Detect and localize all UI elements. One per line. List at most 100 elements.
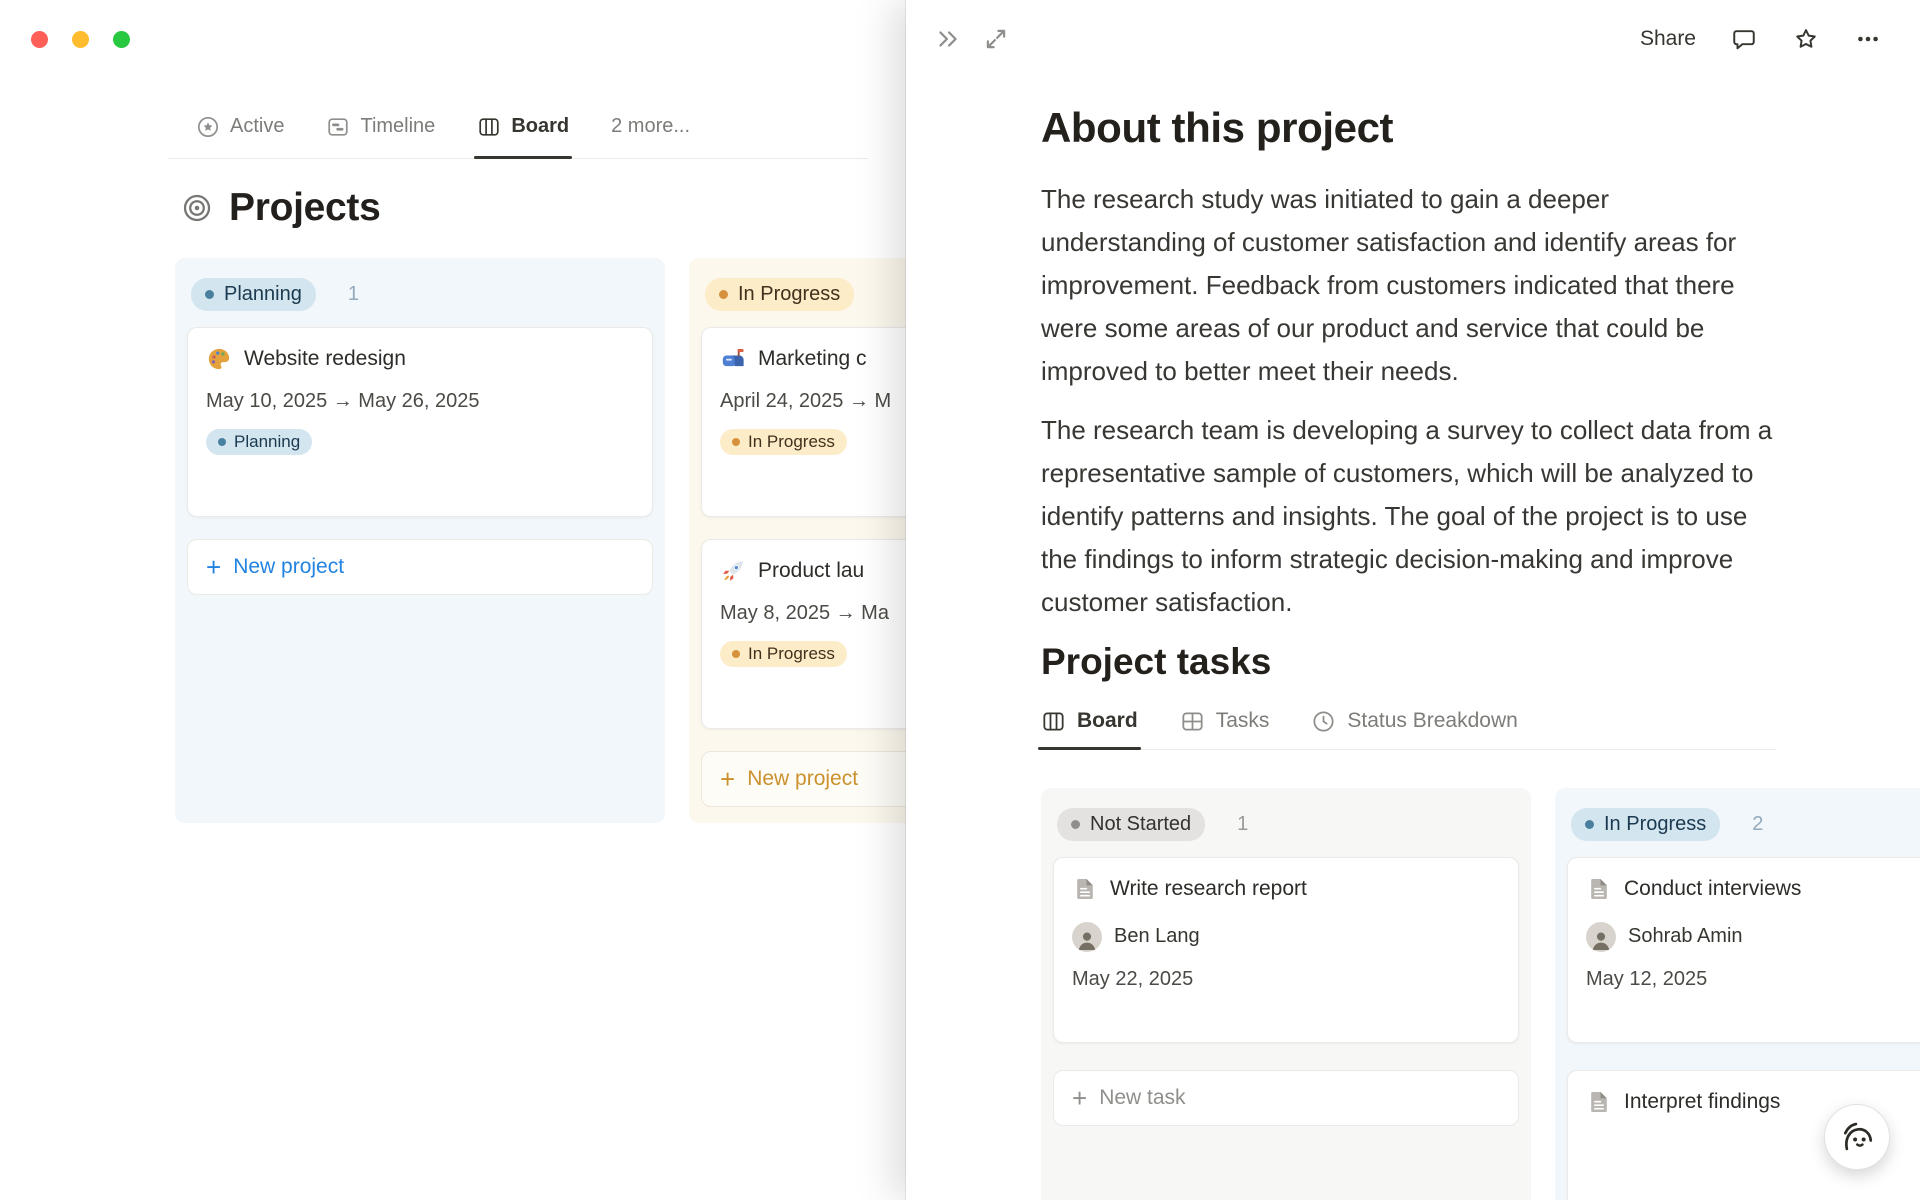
timeline-icon [326, 115, 350, 139]
board-column-planning: Planning 1 Website redesign May 10, 2025… [175, 258, 665, 823]
expand-icon [983, 26, 1009, 52]
tab-tasks-table[interactable]: Tasks [1180, 709, 1270, 749]
tab-status-breakdown[interactable]: Status Breakdown [1311, 709, 1518, 749]
page-header: Projects [181, 186, 381, 230]
card-list: Write research report Ben Lang May 22, 2… [1053, 856, 1519, 1126]
group-pill-planning[interactable]: Planning [191, 278, 316, 311]
share-button[interactable]: Share [1640, 27, 1696, 51]
status-dot-icon [205, 290, 214, 299]
ai-face-icon [1838, 1118, 1876, 1156]
group-name: Planning [224, 283, 302, 305]
card-title: Marketing c [758, 347, 867, 370]
close-peek-button[interactable] [934, 25, 962, 53]
more-options-button[interactable] [1854, 25, 1882, 53]
toolbar-right-group: Share [1640, 25, 1882, 53]
tab-label: Active [230, 115, 285, 137]
due-date: May 12, 2025 [1586, 967, 1708, 990]
column-header: Not Started 1 [1053, 807, 1519, 841]
board-icon [477, 115, 501, 139]
tab-label: Timeline [360, 115, 436, 137]
task-card-write-research-report[interactable]: Write research report Ben Lang May 22, 2… [1053, 856, 1519, 1043]
group-name: Not Started [1090, 812, 1192, 835]
minimize-window-button[interactable] [72, 31, 89, 48]
card-title-row: Write research report [1072, 876, 1500, 902]
new-task-button[interactable]: + New task [1053, 1069, 1519, 1126]
status-dot-icon [1585, 819, 1594, 829]
tab-timeline-view[interactable]: Timeline [326, 95, 435, 158]
tab-active-view[interactable]: Active [196, 95, 284, 158]
toolbar-left-group [934, 25, 1010, 53]
status-tag: In Progress [720, 641, 847, 667]
section-title-project-tasks: Project tasks [1041, 641, 1272, 683]
group-pill-not-started[interactable]: Not Started [1057, 807, 1206, 841]
assignee-row: Sohrab Amin [1586, 921, 1920, 952]
target-icon [181, 192, 213, 224]
group-count: 1 [1237, 812, 1249, 835]
avatar [1586, 921, 1616, 952]
status-dot-icon [732, 650, 740, 658]
favorite-button[interactable] [1792, 25, 1820, 53]
status-dot-icon [1071, 819, 1080, 829]
tab-label: 2 more... [611, 115, 691, 137]
clock-icon [1311, 709, 1336, 734]
rocket-emoji-icon [720, 558, 746, 584]
window-controls [31, 31, 130, 48]
tab-label: Status Breakdown [1347, 709, 1518, 733]
table-icon [1180, 709, 1205, 734]
avatar [1072, 921, 1102, 952]
tasks-board: Not Started 1 Write research report Ben … [1041, 787, 1920, 1200]
column-header: Planning 1 [187, 278, 653, 311]
tab-tasks-board[interactable]: Board [1038, 709, 1141, 750]
double-chevron-right-icon [935, 26, 961, 52]
status-tag: Planning [206, 429, 313, 455]
tab-board-view[interactable]: Board [474, 95, 572, 159]
tasks-column-not-started: Not Started 1 Write research report Ben … [1041, 787, 1531, 1200]
view-tabs: Active Timeline Board 2 more... [168, 95, 868, 159]
tab-label: Board [511, 115, 570, 137]
card-tag-row: Planning [206, 429, 634, 455]
group-pill-in-progress[interactable]: In Progress [1571, 807, 1721, 841]
card-title: Interpret findings [1624, 1089, 1781, 1113]
notion-ai-button[interactable] [1824, 1104, 1890, 1170]
new-task-label: New task [1099, 1085, 1186, 1109]
assignee-name: Ben Lang [1114, 925, 1200, 948]
side-peek-panel: Share About this project The research st… [906, 0, 1920, 1200]
comment-icon [1731, 26, 1757, 52]
column-header: In Progress 2 [1567, 807, 1920, 841]
group-name: In Progress [1604, 812, 1707, 835]
zoom-window-button[interactable] [113, 31, 130, 48]
card-dates: May 10, 2025 → May 26, 2025 [206, 390, 480, 412]
project-card-website-redesign[interactable]: Website redesign May 10, 2025 → May 26, … [187, 327, 653, 517]
assignee-name: Sohrab Amin [1628, 925, 1743, 948]
status-dot-icon [732, 438, 740, 446]
close-window-button[interactable] [31, 31, 48, 48]
section-title-about: About this project [1041, 104, 1394, 151]
status-dot-icon [719, 290, 728, 299]
status-tag-label: Planning [234, 432, 301, 451]
open-full-page-button[interactable] [982, 25, 1010, 53]
task-card-conduct-interviews[interactable]: Conduct interviews Sohrab Amin May 12, 2… [1567, 856, 1920, 1043]
group-pill-in-progress[interactable]: In Progress [705, 278, 855, 311]
status-tag-label: In Progress [748, 432, 835, 451]
card-title-row: Website redesign [206, 346, 634, 372]
group-count: 1 [347, 283, 359, 305]
favorite-star-icon [1793, 26, 1819, 52]
tasks-view-tabs: Board Tasks Status Breakdown [1038, 709, 1776, 750]
card-title: Product lau [758, 559, 865, 582]
tab-label: Board [1077, 709, 1138, 733]
tab-label: Tasks [1215, 709, 1270, 733]
card-title: Conduct interviews [1624, 876, 1802, 900]
star-circle-icon [196, 115, 220, 139]
about-paragraph-2: The research team is developing a survey… [1041, 415, 1773, 618]
plus-icon: + [1072, 1082, 1088, 1113]
board-icon [1041, 709, 1066, 734]
page-icon [1586, 1089, 1612, 1115]
tab-more-views[interactable]: 2 more... [611, 95, 690, 158]
person-icon [1075, 928, 1099, 952]
new-project-button[interactable]: + New project [187, 539, 653, 595]
page-icon [1072, 876, 1098, 902]
status-tag: In Progress [720, 429, 847, 455]
comments-button[interactable] [1730, 25, 1758, 53]
page-title: Projects [229, 186, 381, 229]
group-count: 2 [1752, 812, 1764, 835]
